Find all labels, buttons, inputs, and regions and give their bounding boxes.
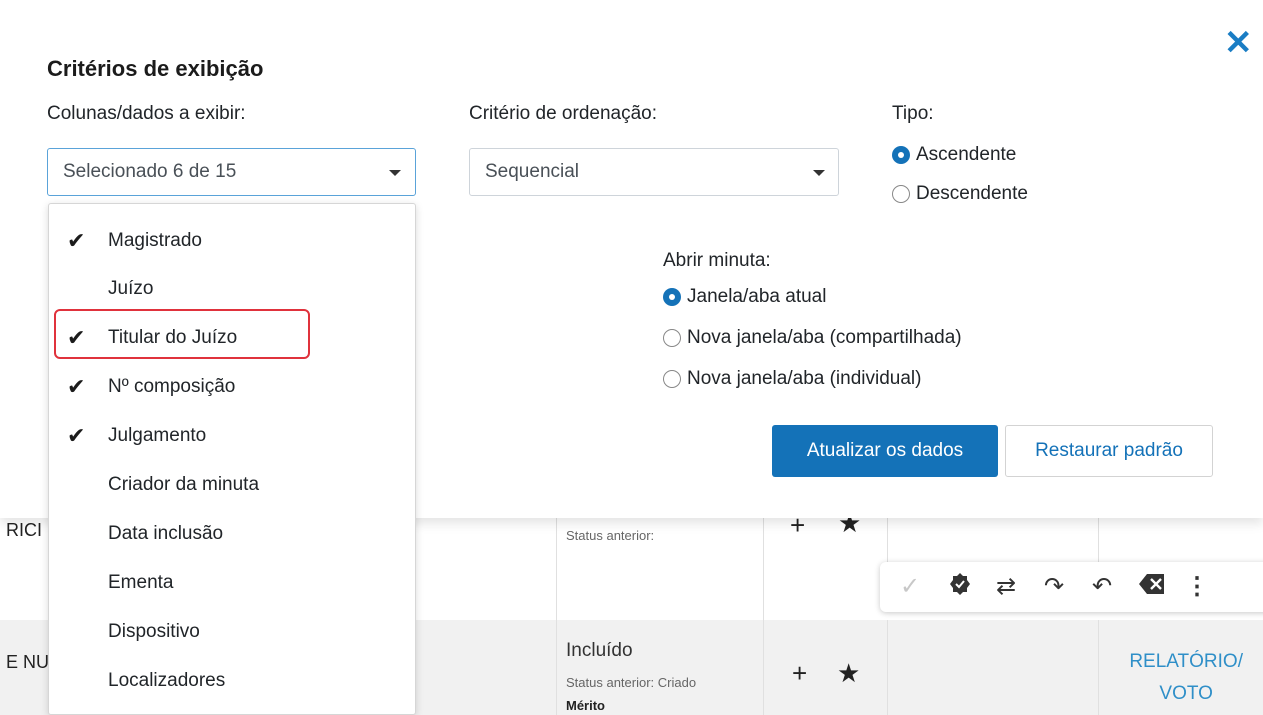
option-label: Dispositivo [108,621,200,642]
status-previous: Status anterior: Criado [566,675,697,690]
radio-new-window-shared[interactable]: Nova janela/aba (compartilhada) [663,327,962,349]
radio-label: Nova janela/aba (individual) [687,368,922,389]
option-label: Ementa [108,572,174,593]
radio-unchecked-icon [892,185,910,203]
option-label: Magistrado [108,230,202,251]
column-divider [887,620,888,715]
radio-unchecked-icon [663,329,681,347]
radio-label: Nova janela/aba (compartilhada) [687,327,962,348]
option-label: Data inclusão [108,523,224,544]
sort-label: Critério de ordenação: [469,103,657,124]
dropdown-option-magistrado[interactable]: ✔ Magistrado [49,219,415,267]
row-left-text: E NU [6,652,50,672]
chevron-down-icon [389,170,401,176]
verified-badge-icon[interactable] [948,572,972,604]
sort-select-value: Sequencial [485,161,580,182]
radio-checked-icon [892,146,910,164]
swap-icon[interactable]: ⇄ [996,572,1016,602]
option-label: Criador da minuta [108,474,260,495]
columns-dropdown-list: ✔ Magistrado Juízo ✔ Titular do Juízo ✔ … [48,203,416,715]
status-category: Mérito [566,698,605,713]
radio-new-window-individual[interactable]: Nova janela/aba (individual) [663,368,921,390]
star-icon[interactable]: ★ [837,660,860,686]
dropdown-option-composicao[interactable]: ✔ Nº composição [49,365,415,413]
page-title: Critérios de exibição [47,56,264,81]
check-icon[interactable]: ✓ [900,572,920,602]
option-label: Nº composição [108,376,236,397]
open-draft-label: Abrir minuta: [663,250,771,271]
radio-current-window[interactable]: Janela/aba atual [663,286,826,308]
update-data-button[interactable]: Atualizar os dados [772,425,998,477]
radio-descending[interactable]: Descendente [892,183,1028,205]
radio-label: Ascendente [916,144,1017,165]
dropdown-option-ementa[interactable]: Ementa [49,561,415,609]
check-icon: ✔ [67,423,86,448]
chevron-down-icon [813,170,825,176]
check-icon: ✔ [67,374,86,399]
link-line: VOTO [1159,683,1213,704]
status-text: Incluído [566,640,633,661]
sort-select[interactable]: Sequencial [469,148,839,196]
dropdown-option-data-inclusao[interactable]: Data inclusão [49,512,415,560]
option-label: Juízo [108,278,154,299]
columns-label: Colunas/dados a exibir: [47,103,246,124]
redo-icon[interactable]: ↷ [1044,572,1064,602]
undo-icon[interactable]: ↶ [1092,572,1112,602]
radio-checked-icon [663,288,681,306]
radio-label: Janela/aba atual [687,286,827,307]
dropdown-option-localizadores[interactable]: Localizadores [49,659,415,707]
dropdown-option-julgamento[interactable]: ✔ Julgamento [49,414,415,462]
highlight-box [54,309,310,359]
type-label: Tipo: [892,103,934,124]
row-left-text: RICI [6,520,42,540]
check-icon: ✔ [67,228,86,253]
column-divider [556,500,557,715]
column-divider [763,500,764,715]
row-action-toolbar: ✓ ⇄ ↷ ↶ ⋮ [880,562,1263,612]
close-icon[interactable]: ✕ [1224,26,1253,60]
dropdown-option-juizo[interactable]: Juízo [49,267,415,315]
columns-select-value: Selecionado 6 de 15 [63,161,237,182]
add-icon[interactable]: + [792,660,807,686]
option-label: Localizadores [108,670,226,691]
radio-label: Descendente [916,183,1028,204]
status-previous: Status anterior: [566,528,655,543]
link-line: RELATÓRIO/ [1129,651,1243,672]
restore-default-button[interactable]: Restaurar padrão [1005,425,1213,477]
columns-select[interactable]: Selecionado 6 de 15 [47,148,416,196]
backspace-icon[interactable] [1138,572,1166,604]
column-divider [1098,620,1099,715]
dropdown-option-dispositivo[interactable]: Dispositivo [49,610,415,658]
option-label: Julgamento [108,425,207,446]
radio-unchecked-icon [663,370,681,388]
report-vote-link[interactable]: RELATÓRIO/ VOTO [1129,646,1243,710]
radio-ascending[interactable]: Ascendente [892,144,1016,166]
dropdown-option-criador-da-minuta[interactable]: Criador da minuta [49,463,415,511]
more-vertical-icon[interactable]: ⋮ [1185,572,1209,602]
